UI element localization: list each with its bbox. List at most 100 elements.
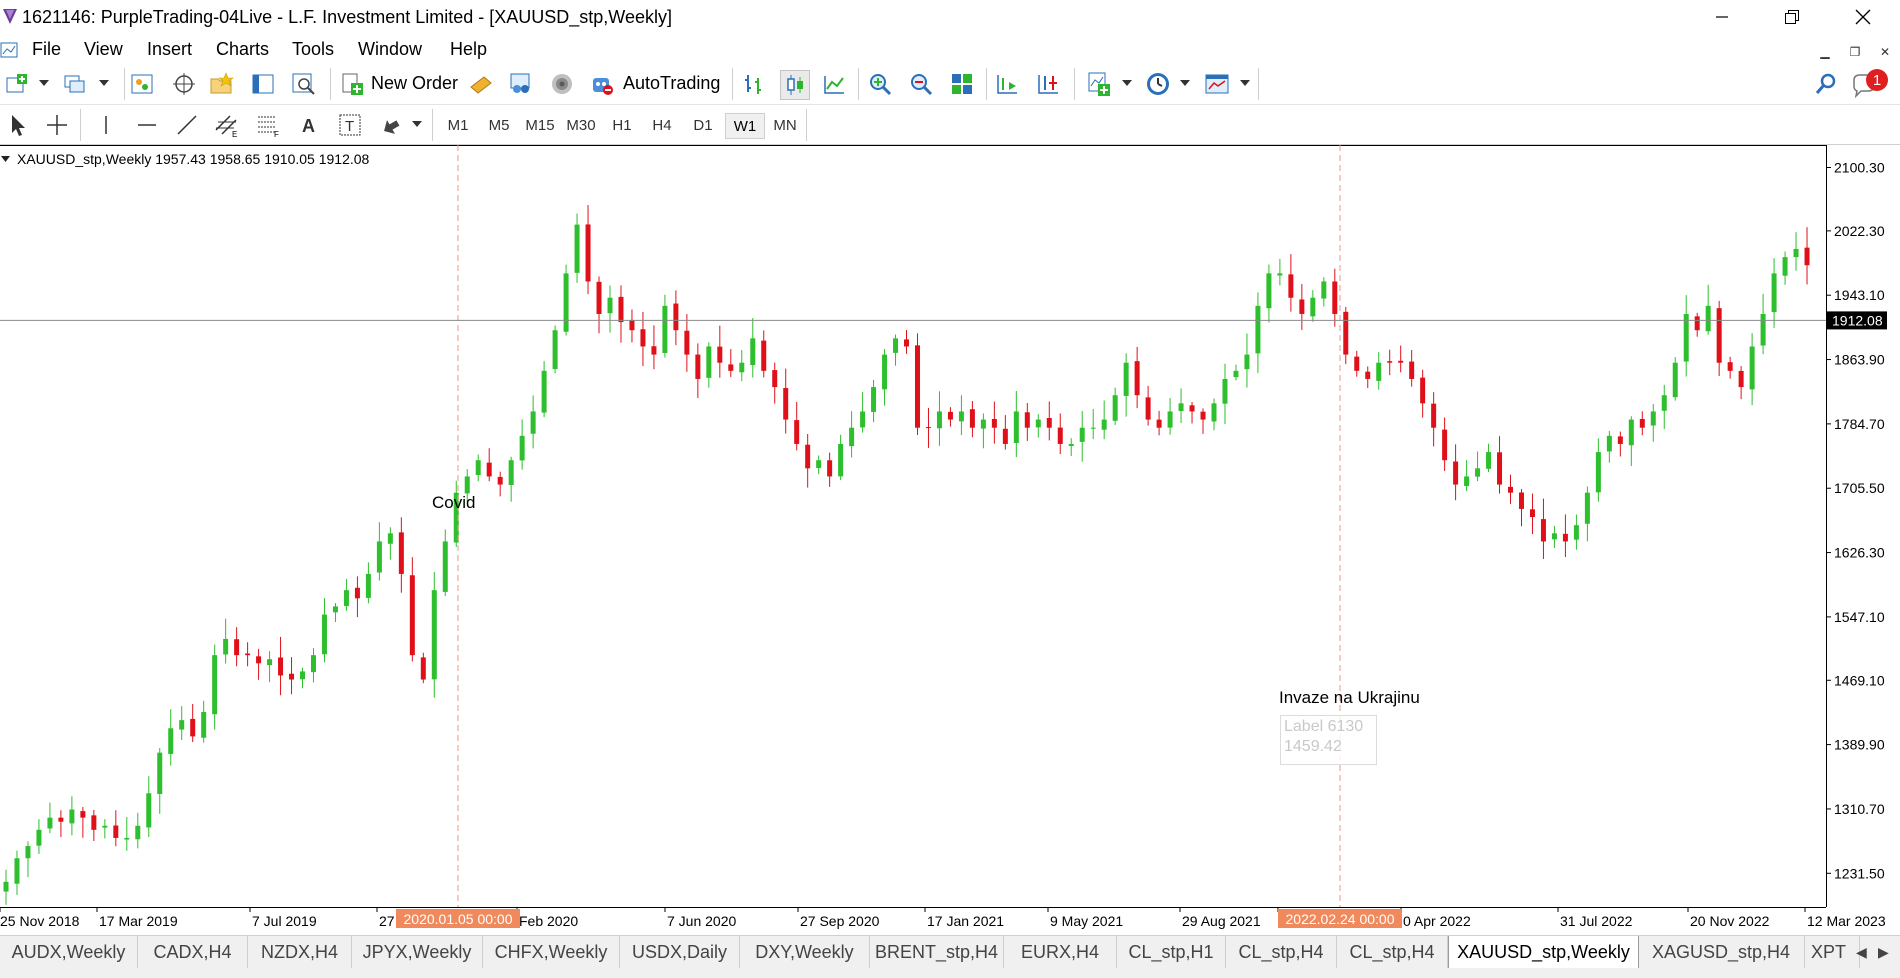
ukraine-invasion-annotation[interactable]: Invaze na Ukrajinu bbox=[1279, 688, 1420, 708]
candle-body bbox=[936, 411, 942, 429]
new-chart-dropdown-icon[interactable] bbox=[39, 80, 49, 86]
candle-body bbox=[805, 444, 811, 469]
tabs-scroll-left-icon[interactable]: ◀ bbox=[1856, 944, 1867, 961]
metaeditor-button[interactable] bbox=[467, 70, 495, 98]
tab-xauusd-stp-weekly[interactable]: XAUUSD_stp,Weekly bbox=[1448, 936, 1639, 970]
menu-charts[interactable]: Charts bbox=[216, 39, 269, 60]
search-button[interactable] bbox=[1812, 70, 1840, 98]
tab-dxy-weekly[interactable]: DXY,Weekly bbox=[740, 936, 870, 968]
tab-audx-weekly[interactable]: AUDX,Weekly bbox=[0, 936, 138, 968]
autotrading-button[interactable]: AutoTrading bbox=[623, 73, 720, 94]
profiles-button[interactable] bbox=[61, 70, 89, 98]
mdi-close-button[interactable]: ✕ bbox=[1872, 40, 1898, 64]
profiles-dropdown-icon[interactable] bbox=[99, 80, 109, 86]
zoom-out-button[interactable] bbox=[907, 70, 935, 98]
mdi-minimize-button[interactable]: ▁ bbox=[1812, 40, 1838, 64]
timeframe-w1[interactable]: W1 bbox=[725, 113, 765, 139]
timeframe-m1[interactable]: M1 bbox=[439, 113, 477, 137]
horizontal-line-tool-button[interactable] bbox=[133, 111, 161, 139]
covid-annotation[interactable]: Covid bbox=[432, 493, 475, 513]
new-chart-button[interactable] bbox=[3, 70, 31, 98]
tile-windows-button[interactable] bbox=[948, 70, 976, 98]
chart-window-icon[interactable] bbox=[0, 40, 20, 60]
indicators-button[interactable] bbox=[1085, 70, 1113, 98]
signals-button[interactable] bbox=[548, 70, 576, 98]
chart-collapse-triangle-icon[interactable] bbox=[1, 154, 11, 164]
toolbar-separator bbox=[432, 109, 433, 141]
options-button[interactable] bbox=[507, 70, 535, 98]
tab-jpyx-weekly[interactable]: JPYX,Weekly bbox=[352, 936, 483, 968]
timeframe-h1[interactable]: H1 bbox=[603, 113, 641, 137]
candle-body bbox=[651, 346, 657, 355]
timeframe-m15[interactable]: M15 bbox=[521, 113, 559, 137]
candlestick-chart-button[interactable] bbox=[780, 70, 810, 100]
menu-file[interactable]: File bbox=[32, 39, 61, 60]
tab-cl-stp-h4-2[interactable]: CL_stp,H4 bbox=[1337, 936, 1448, 968]
text-tool-button[interactable]: A bbox=[295, 111, 323, 139]
chart-window[interactable]: 2100.30 2022.30 1943.10 1863.90 1784.70 1705.… bbox=[0, 145, 1900, 929]
arrows-tool-button[interactable] bbox=[377, 111, 405, 139]
crosshair-tool-button[interactable] bbox=[43, 111, 71, 139]
timeframe-d1[interactable]: D1 bbox=[684, 113, 722, 137]
strategy-tester-button[interactable] bbox=[290, 70, 318, 98]
periods-dropdown-icon[interactable] bbox=[1180, 80, 1190, 86]
menu-tools[interactable]: Tools bbox=[292, 39, 334, 60]
candle-body bbox=[1760, 313, 1766, 346]
price-axis: 2100.30 2022.30 1943.10 1863.90 1784.70 1705.… bbox=[1826, 160, 1885, 881]
new-order-icon-button[interactable] bbox=[338, 70, 366, 98]
tab-brent-stp-h4[interactable]: BRENT_stp,H4 bbox=[870, 936, 1004, 968]
menu-view[interactable]: View bbox=[84, 39, 123, 60]
tab-chfx-weekly[interactable]: CHFX,Weekly bbox=[483, 936, 620, 968]
tab-nzdx-h4[interactable]: NZDX,H4 bbox=[248, 936, 352, 968]
tab-cadx-h4[interactable]: CADX,H4 bbox=[138, 936, 248, 968]
trendline-tool-button[interactable] bbox=[173, 111, 201, 139]
timeframe-mn[interactable]: MN bbox=[766, 113, 804, 137]
arrows-dropdown-icon[interactable] bbox=[412, 121, 422, 127]
tab-usdx-daily[interactable]: USDX,Daily bbox=[620, 936, 740, 968]
bar-chart-button[interactable] bbox=[740, 70, 768, 98]
indicators-dropdown-icon[interactable] bbox=[1122, 80, 1132, 86]
drawing-timeframes-toolbar: E F A T M1 M5 M15 M30 H1 H4 D1 W1 MN bbox=[0, 105, 1900, 145]
vertical-line-icon bbox=[105, 116, 107, 134]
candle-body bbox=[464, 476, 470, 494]
templates-button[interactable] bbox=[1203, 70, 1231, 98]
auto-scroll-button[interactable] bbox=[1034, 70, 1062, 98]
navigator-button[interactable] bbox=[208, 70, 236, 98]
tab-cl-stp-h1[interactable]: CL_stp,H1 bbox=[1117, 936, 1226, 968]
tab-eurx-h4[interactable]: EURX,H4 bbox=[1004, 936, 1117, 968]
timeframe-m5[interactable]: M5 bbox=[480, 113, 518, 137]
close-button[interactable] bbox=[1833, 0, 1893, 34]
timeframe-h4[interactable]: H4 bbox=[643, 113, 681, 137]
mdi-restore-button[interactable]: ❐ bbox=[1842, 40, 1868, 64]
zoom-in-button[interactable] bbox=[866, 70, 894, 98]
periods-button[interactable] bbox=[1144, 70, 1172, 98]
tab-cl-stp-h4-1[interactable]: CL_stp,H4 bbox=[1226, 936, 1337, 968]
templates-dropdown-icon[interactable] bbox=[1240, 80, 1250, 86]
equidistant-channel-tool-button[interactable]: E bbox=[213, 111, 241, 139]
tab-xpt-truncated[interactable]: XPT bbox=[1805, 936, 1860, 968]
market-watch-button[interactable] bbox=[128, 70, 156, 98]
new-order-button[interactable]: New Order bbox=[371, 73, 458, 94]
line-chart-button[interactable] bbox=[820, 70, 848, 98]
menu-window[interactable]: Window bbox=[358, 39, 422, 60]
autotrading-icon-button[interactable] bbox=[588, 70, 616, 98]
terminal-button[interactable] bbox=[249, 70, 277, 98]
menu-insert[interactable]: Insert bbox=[147, 39, 192, 60]
candlestick-chart[interactable]: 2100.30 2022.30 1943.10 1863.90 1784.70 1705.… bbox=[0, 145, 1900, 935]
tab-xagusd-stp-h4[interactable]: XAGUSD_stp,H4 bbox=[1638, 936, 1805, 968]
candle-body bbox=[36, 829, 42, 846]
menu-help[interactable]: Help bbox=[450, 39, 487, 60]
data-window-button[interactable] bbox=[170, 70, 198, 98]
restore-button[interactable] bbox=[1762, 0, 1822, 34]
cursor-tool-button[interactable] bbox=[3, 111, 31, 139]
text-label-tool-button[interactable]: T bbox=[336, 111, 364, 139]
candle-body bbox=[1398, 360, 1404, 363]
chart-shift-button[interactable] bbox=[993, 70, 1021, 98]
minimize-button[interactable] bbox=[1692, 0, 1752, 34]
fibonacci-tool-button[interactable]: F bbox=[254, 111, 282, 139]
timeframe-m30[interactable]: M30 bbox=[562, 113, 600, 137]
candle-body bbox=[1617, 436, 1623, 444]
tabs-scroll-right-icon[interactable]: ▶ bbox=[1878, 944, 1889, 961]
time-tick-label: 25 Nov 2018 bbox=[0, 913, 80, 929]
vertical-line-tool-button[interactable] bbox=[92, 111, 120, 139]
